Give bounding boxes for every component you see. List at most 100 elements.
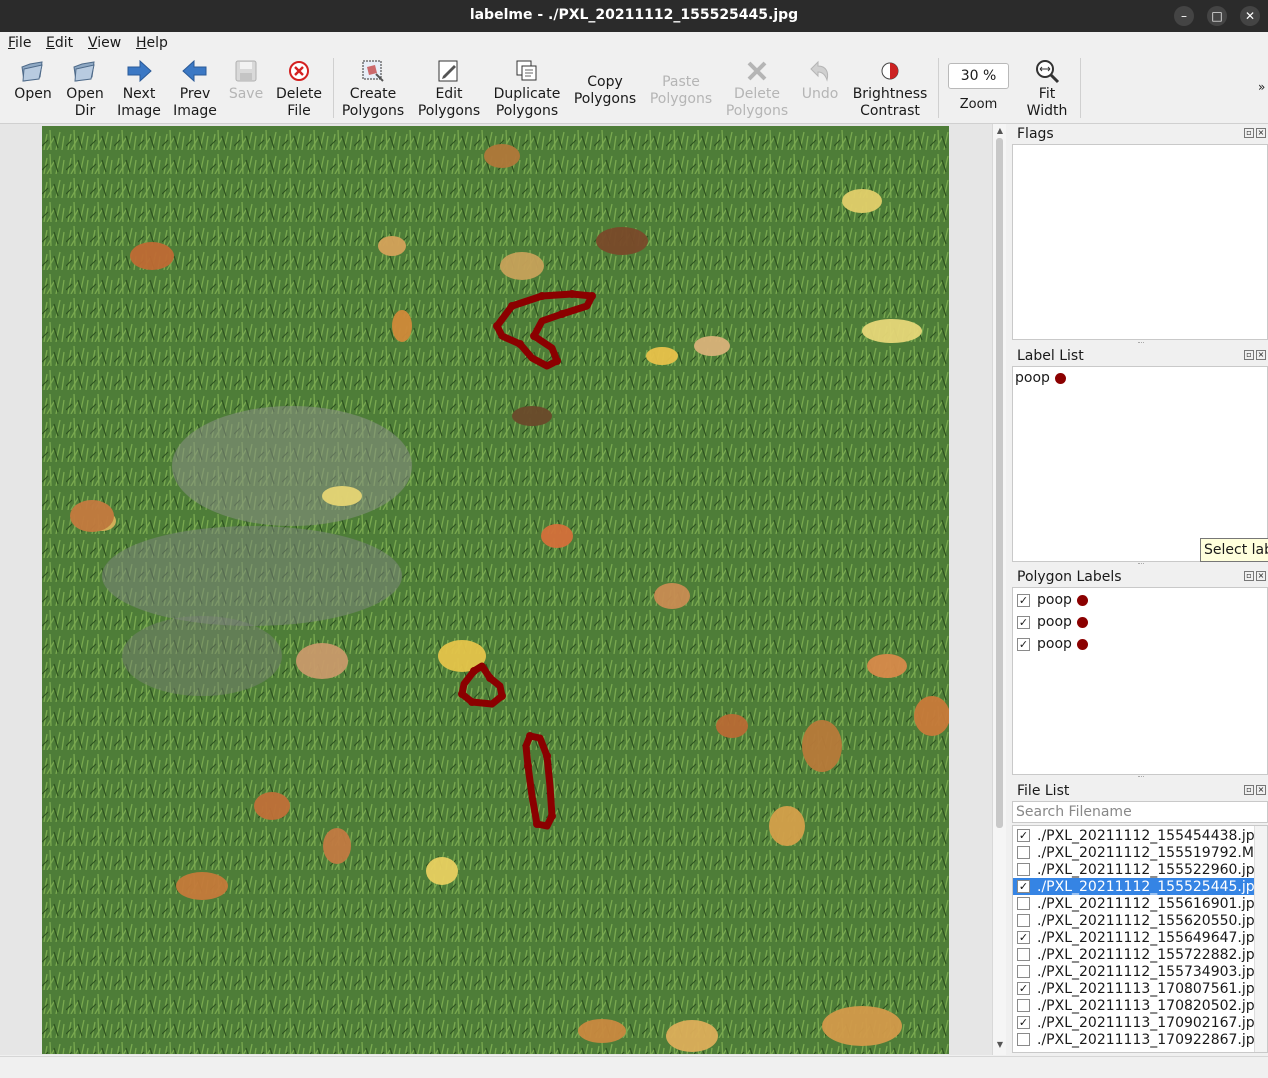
window-title: labelme - ./PXL_20211112_155525445.jpg xyxy=(469,7,799,23)
dock-splitter[interactable] xyxy=(1138,342,1144,344)
toolbar-separator xyxy=(333,58,334,118)
checkbox[interactable] xyxy=(1017,999,1030,1012)
checkbox[interactable]: ✓ xyxy=(1017,593,1030,607)
checkbox[interactable]: ✓ xyxy=(1017,1016,1030,1029)
checkbox[interactable]: ✓ xyxy=(1017,829,1030,842)
file-list-item[interactable]: ✓ ./PXL_20211112_155525445.jpg xyxy=(1013,878,1267,895)
file-list-item[interactable]: ./PXL_20211113_170820502.jpg xyxy=(1013,997,1267,1014)
list-item[interactable]: ✓ poop xyxy=(1013,633,1267,655)
title-bar: labelme - ./PXL_20211112_155525445.jpg –… xyxy=(0,0,1268,32)
save-button[interactable]: Save xyxy=(224,54,268,124)
open-dir-label-2: Dir xyxy=(74,103,96,119)
search-filename-input[interactable]: Search Filename xyxy=(1012,801,1268,823)
create-polygons-label-2: Polygons xyxy=(341,103,405,119)
folder-open-icon xyxy=(72,58,98,84)
file-list-scrollbar[interactable] xyxy=(1254,826,1267,1052)
menu-edit[interactable]: Edit xyxy=(46,35,73,51)
file-list-item[interactable]: ✓ ./PXL_20211113_170807561.jpg xyxy=(1013,980,1267,997)
scrollbar-thumb[interactable] xyxy=(996,138,1003,828)
maximize-icon[interactable]: □ xyxy=(1207,6,1227,26)
file-list[interactable]: ✓ ./PXL_20211112_155454438.jpg ./PXL_20211… xyxy=(1012,825,1268,1053)
label-list[interactable]: poop xyxy=(1012,366,1268,562)
checkbox[interactable] xyxy=(1017,948,1030,961)
file-name: ./PXL_20211113_170902167.jpg xyxy=(1037,1014,1264,1031)
delete-file-button[interactable]: Delete File xyxy=(273,54,325,124)
file-list-item[interactable]: ./PXL_20211112_155522960.jpg xyxy=(1013,861,1267,878)
canvas-area[interactable] xyxy=(0,124,992,1055)
float-icon[interactable]: ▫ xyxy=(1244,350,1254,360)
menu-help[interactable]: Help xyxy=(136,35,168,51)
file-list-item[interactable]: ✓ ./PXL_20211112_155454438.jpg xyxy=(1013,827,1267,844)
open-button[interactable]: Open xyxy=(8,54,58,124)
flags-list[interactable] xyxy=(1012,144,1268,340)
checkbox[interactable]: ✓ xyxy=(1017,931,1030,944)
checkbox[interactable] xyxy=(1017,897,1030,910)
flags-title: Flags ▫ × xyxy=(1012,124,1268,144)
edit-polygons-button[interactable]: Edit Polygons xyxy=(414,54,484,124)
checkbox[interactable]: ✓ xyxy=(1017,615,1030,629)
file-name: ./PXL_20211113_170820502.jpg xyxy=(1037,997,1264,1014)
close-icon[interactable]: × xyxy=(1256,350,1266,360)
float-icon[interactable]: ▫ xyxy=(1244,785,1254,795)
polygon-labels-dock: Polygon Labels ▫ × ✓ poop ✓ poop ✓ poop xyxy=(1012,567,1268,775)
delete-circle-icon xyxy=(286,58,312,84)
minimize-icon[interactable]: – xyxy=(1174,6,1194,26)
toolbar-overflow-icon[interactable]: » xyxy=(1258,80,1265,94)
checkbox[interactable] xyxy=(1017,914,1030,927)
checkbox[interactable]: ✓ xyxy=(1017,880,1030,893)
file-list-item[interactable]: ./PXL_20211112_155620550.jpg xyxy=(1013,912,1267,929)
file-list-item[interactable]: ./PXL_20211112_155519792.MP xyxy=(1013,844,1267,861)
create-polygons-button[interactable]: Create Polygons xyxy=(338,54,408,124)
float-icon[interactable]: ▫ xyxy=(1244,128,1254,138)
next-image-button[interactable]: Next Image xyxy=(113,54,165,124)
duplicate-polygons-label-1: Duplicate xyxy=(493,86,561,102)
brightness-contrast-button[interactable]: Brightness Contrast xyxy=(850,54,930,124)
close-icon[interactable]: × xyxy=(1256,571,1266,581)
file-list-item[interactable]: ./PXL_20211112_155616901.jpg xyxy=(1013,895,1267,912)
close-icon[interactable]: × xyxy=(1256,785,1266,795)
dock-splitter[interactable] xyxy=(1138,563,1144,565)
scroll-down-icon[interactable]: ▼ xyxy=(993,1040,1007,1049)
file-name: ./PXL_20211112_155722882.jpg xyxy=(1037,946,1264,963)
close-icon[interactable]: ✕ xyxy=(1240,6,1260,26)
prev-image-button[interactable]: Prev Image xyxy=(169,54,221,124)
checkbox[interactable] xyxy=(1017,863,1030,876)
file-list-item[interactable]: ./PXL_20211112_155722882.jpg xyxy=(1013,946,1267,963)
polygon-labels-list[interactable]: ✓ poop ✓ poop ✓ poop xyxy=(1012,587,1268,775)
file-list-item[interactable]: ✓ ./PXL_20211113_170902167.jpg xyxy=(1013,1014,1267,1031)
flags-dock: Flags ▫ × xyxy=(1012,124,1268,342)
list-item[interactable]: poop xyxy=(1013,367,1267,389)
flags-title-text: Flags xyxy=(1017,126,1054,142)
checkbox[interactable] xyxy=(1017,846,1030,859)
file-list-item[interactable]: ./PXL_20211113_170922867.jpg xyxy=(1013,1031,1267,1048)
file-name: ./PXL_20211112_155649647.jpg xyxy=(1037,929,1264,946)
copy-polygons-button[interactable]: Copy Polygons xyxy=(570,54,640,124)
undo-icon xyxy=(807,58,833,84)
checkbox[interactable] xyxy=(1017,965,1030,978)
canvas-vertical-scrollbar[interactable]: ▲ ▼ xyxy=(992,124,1006,1055)
duplicate-polygons-button[interactable]: Duplicate Polygons xyxy=(490,54,564,124)
file-rows: ✓ ./PXL_20211112_155454438.jpg ./PXL_20211… xyxy=(1013,827,1267,1048)
dock-splitter[interactable] xyxy=(1138,776,1144,778)
float-icon[interactable]: ▫ xyxy=(1244,571,1254,581)
menu-file[interactable]: File xyxy=(8,35,31,51)
file-list-item[interactable]: ./PXL_20211112_155734903.jpg xyxy=(1013,963,1267,980)
list-item[interactable]: ✓ poop xyxy=(1013,611,1267,633)
menu-view[interactable]: View xyxy=(88,35,121,51)
fit-width-button[interactable]: Fit Width xyxy=(1020,54,1074,124)
close-icon[interactable]: × xyxy=(1256,128,1266,138)
zoom-input[interactable]: 30 % xyxy=(948,63,1009,89)
scroll-up-icon[interactable]: ▲ xyxy=(993,126,1007,135)
brightness-contrast-label-1: Brightness xyxy=(852,86,928,102)
open-dir-button[interactable]: Open Dir xyxy=(60,54,110,124)
file-list-title-text: File List xyxy=(1017,783,1070,799)
image-canvas[interactable] xyxy=(42,126,949,1054)
delete-polygons-button[interactable]: Delete Polygons xyxy=(722,54,792,124)
file-list-item[interactable]: ✓ ./PXL_20211112_155649647.jpg xyxy=(1013,929,1267,946)
undo-button[interactable]: Undo xyxy=(797,54,843,124)
list-item[interactable]: ✓ poop xyxy=(1013,589,1267,611)
checkbox[interactable] xyxy=(1017,1033,1030,1046)
paste-polygons-button[interactable]: Paste Polygons xyxy=(646,54,716,124)
checkbox[interactable]: ✓ xyxy=(1017,637,1030,651)
checkbox[interactable]: ✓ xyxy=(1017,982,1030,995)
